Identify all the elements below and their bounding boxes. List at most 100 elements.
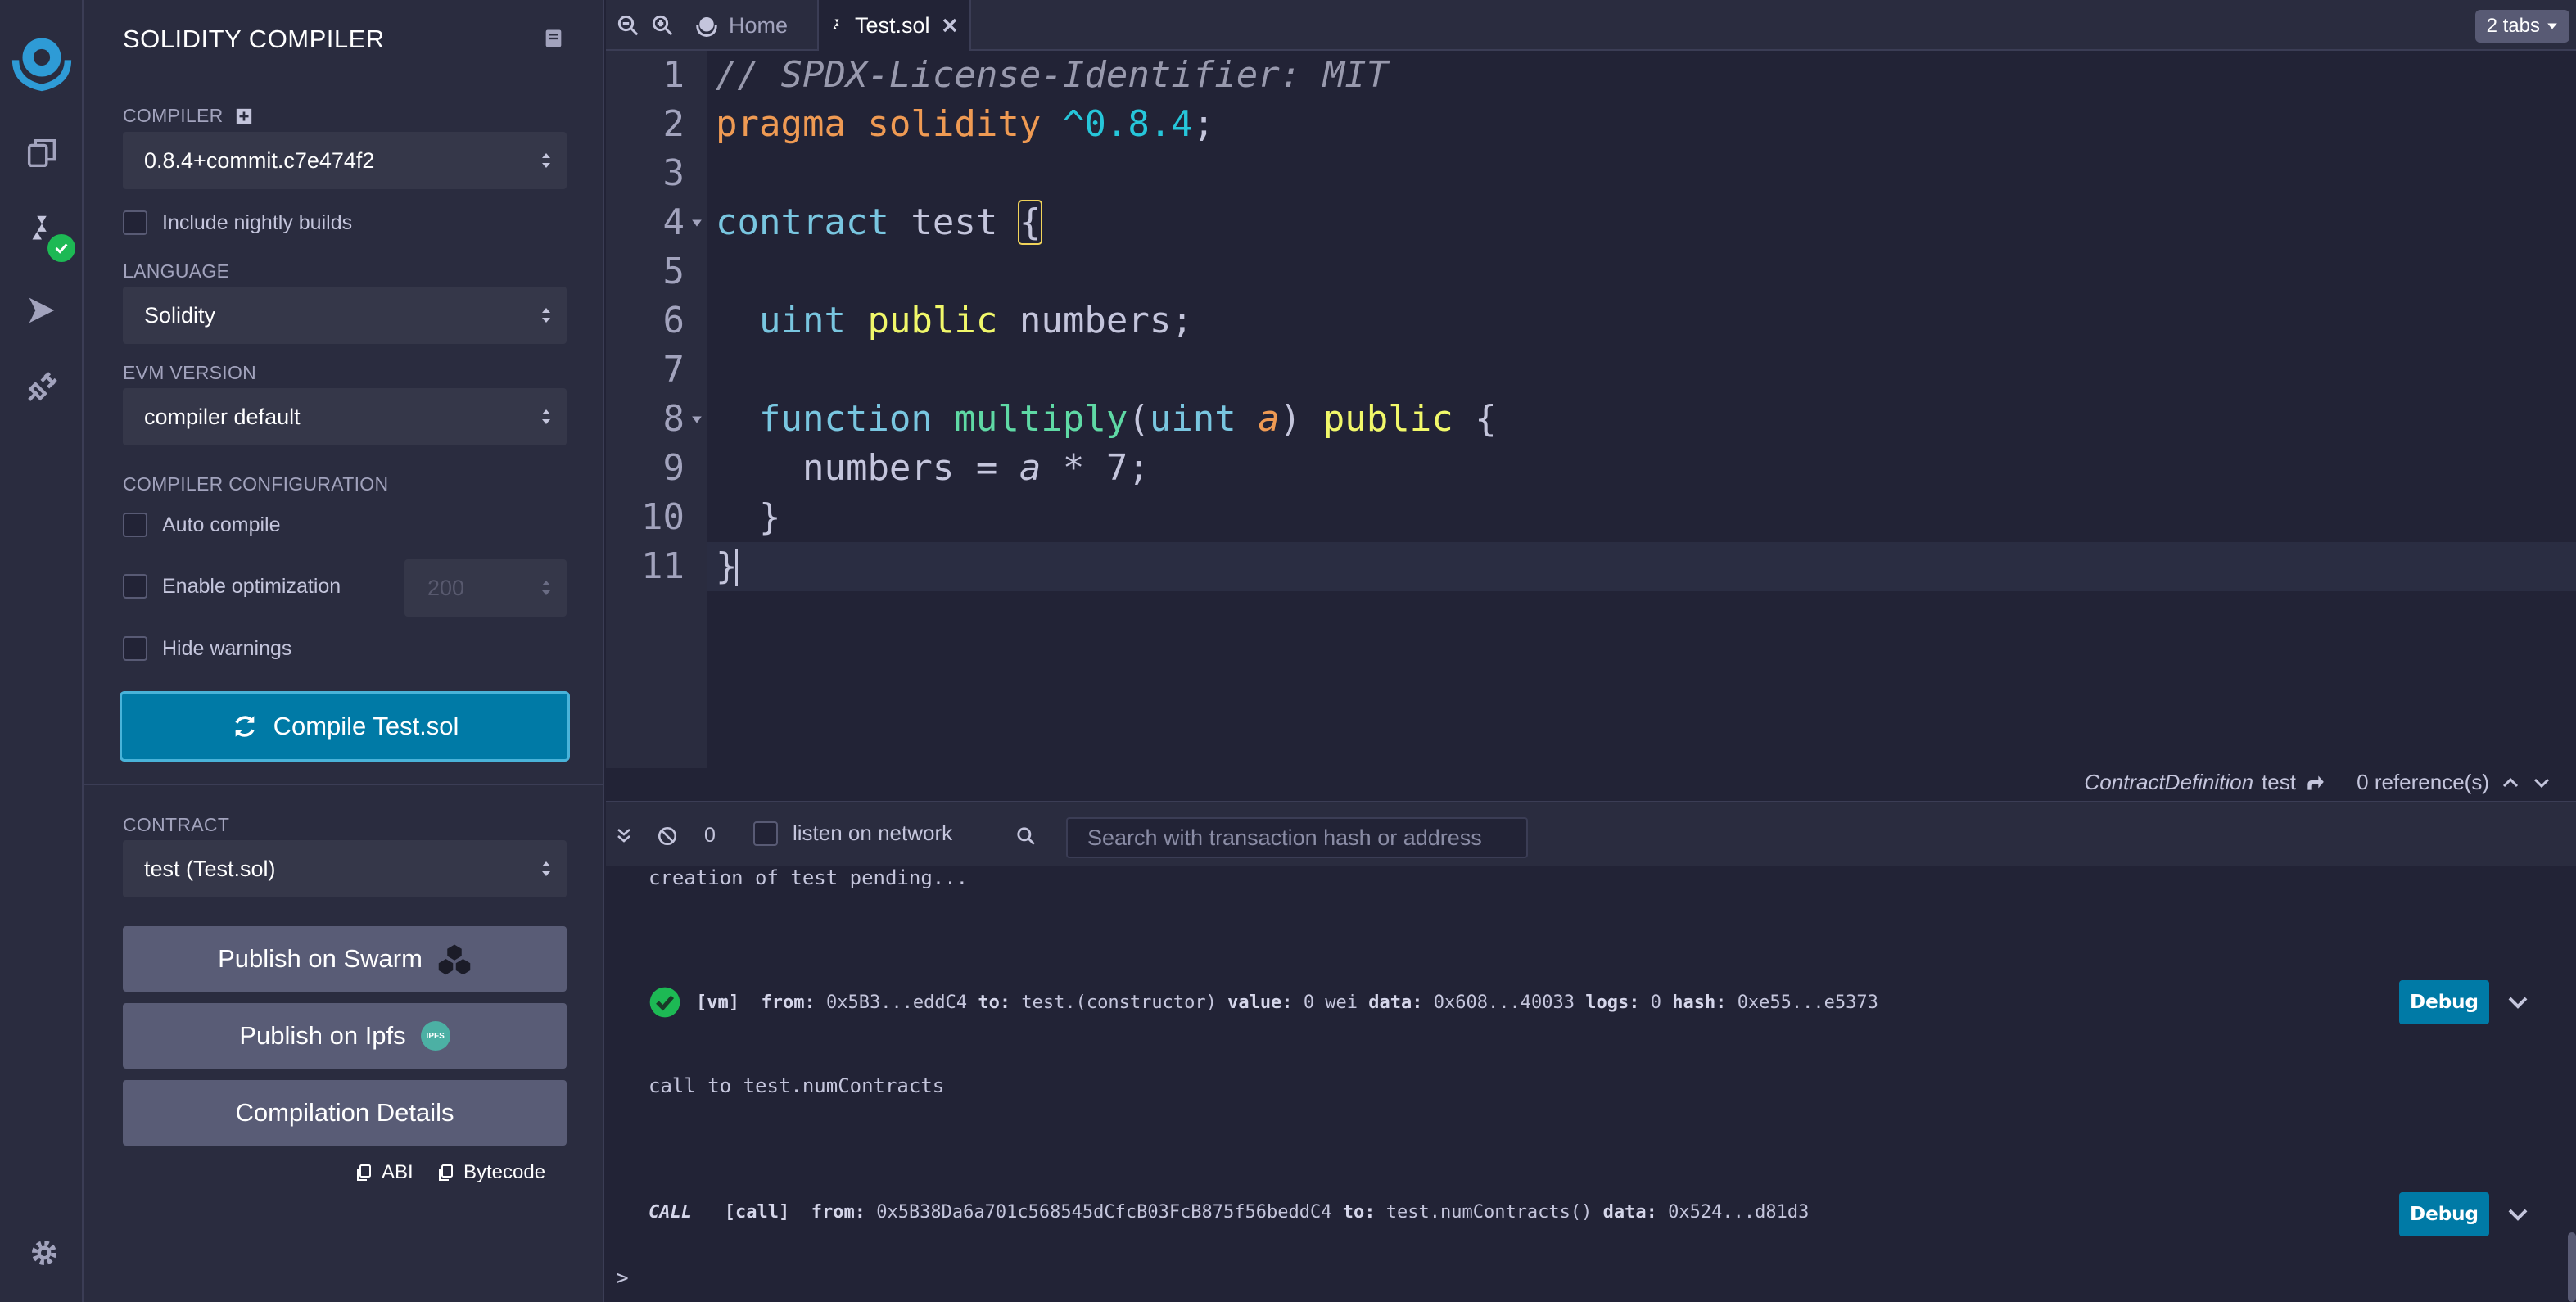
context-name: test [2262, 770, 2296, 794]
terminal-prompt[interactable]: > [616, 1266, 629, 1291]
compiler-section: COMPILER [123, 105, 253, 127]
context-kind: ContractDefinition [2084, 770, 2254, 794]
compiler-panel: SOLIDITY COMPILER COMPILER 0.8.4+commit.… [84, 0, 604, 1302]
hide-warnings-checkbox[interactable] [123, 636, 147, 661]
expand-tx-icon[interactable] [2506, 990, 2530, 1015]
solidity-file-icon [833, 19, 839, 29]
stepper-arrows-icon[interactable] [540, 577, 552, 599]
optimization-toggle[interactable]: Enable optimization [123, 574, 341, 599]
tab-home[interactable]: Home [685, 0, 798, 51]
line-number: 10 [641, 496, 685, 538]
listen-network-toggle[interactable]: listen on network [753, 821, 952, 846]
compilation-details-button[interactable]: Compilation Details [123, 1080, 567, 1146]
tab-count-dropdown[interactable]: 2 tabs [2474, 10, 2569, 43]
debug-button[interactable]: Debug [2399, 980, 2489, 1024]
nightly-builds-toggle[interactable]: Include nightly builds [123, 210, 352, 235]
code-editor[interactable]: 1 2 3 4 5 6 7 8 9 10 11 // SPDX-License-… [606, 51, 2576, 768]
to-key: to: [1342, 1202, 1376, 1223]
hide-warnings-toggle[interactable]: Hide warnings [123, 636, 291, 661]
fold-arrow-icon[interactable] [689, 198, 704, 247]
auto-compile-toggle[interactable]: Auto compile [123, 513, 281, 537]
pending-tx-count: 0 [704, 824, 716, 847]
language-label: LANGUAGE [123, 260, 230, 282]
next-reference-icon[interactable] [2532, 773, 2551, 793]
documentation-icon[interactable] [542, 26, 565, 51]
success-check-icon [649, 987, 680, 1018]
deploy-run-icon[interactable] [0, 274, 84, 347]
debug-button[interactable]: Debug [2399, 1192, 2489, 1236]
ipfs-icon: IPFS [420, 1021, 450, 1051]
zoom-in-icon[interactable] [650, 13, 675, 38]
tx-log-call[interactable]: CALL [call] from: 0x5B38Da6a701c568545dC… [649, 1202, 1809, 1223]
panel-divider [84, 784, 604, 785]
search-placeholder: Search with transaction hash or address [1087, 825, 1482, 850]
language-value: Solidity [144, 302, 216, 328]
line-number: 11 [641, 545, 685, 587]
compiler-version-value: 0.8.4+commit.c7e474f2 [144, 147, 375, 173]
to-key: to: [978, 992, 1011, 1013]
transaction-search-input[interactable]: Search with transaction hash or address [1066, 817, 1528, 858]
data-value: 0x524...d81d3 [1668, 1202, 1810, 1223]
code-line-6: uint public numbers; [716, 296, 1193, 346]
modifier-token: public [1322, 398, 1453, 440]
auto-compile-checkbox[interactable] [123, 513, 147, 537]
collapse-terminal-icon[interactable] [614, 825, 634, 845]
paren-token: ( [1128, 398, 1150, 440]
type-token: uint [758, 300, 846, 341]
add-compiler-icon[interactable] [235, 107, 253, 125]
context-definition[interactable]: ContractDefinition test [2084, 770, 2325, 795]
brace-token: } [716, 545, 738, 587]
line-number: 7 [662, 349, 685, 391]
copy-abi-button[interactable]: ABI [354, 1161, 414, 1184]
contract-value: test (Test.sol) [144, 856, 276, 881]
argument-token: a [1258, 398, 1280, 440]
select-arrows-icon [542, 153, 550, 168]
copy-icon [439, 1164, 453, 1181]
hash-key: hash: [1672, 992, 1727, 1013]
line-number: 9 [662, 447, 685, 489]
compiler-version-select[interactable]: 0.8.4+commit.c7e474f2 [123, 132, 567, 189]
fold-arrow-icon[interactable] [689, 395, 704, 444]
expand-tx-icon[interactable] [2506, 1202, 2530, 1227]
clear-console-icon[interactable] [657, 825, 678, 847]
close-tab-icon[interactable] [940, 16, 960, 35]
select-arrows-icon [542, 308, 550, 323]
listen-network-checkbox[interactable] [753, 821, 778, 846]
publish-swarm-label: Publish on Swarm [218, 944, 423, 973]
code-line-8: function multiply(uint a) public { [716, 395, 1497, 444]
value-key: value: [1227, 992, 1293, 1013]
nightly-builds-checkbox[interactable] [123, 210, 147, 235]
tab-test-sol[interactable]: Test.sol [817, 0, 971, 51]
previous-reference-icon[interactable] [2501, 773, 2520, 793]
code-line-9: numbers = a * 7; [716, 444, 1150, 493]
terminal-scrollbar[interactable] [2568, 1232, 2576, 1302]
evm-version-select[interactable]: compiler default [123, 388, 567, 445]
from-value: 0x5B3...eddC4 [825, 992, 968, 1013]
compiled-check-icon [47, 234, 75, 262]
goto-definition-icon[interactable] [2304, 772, 2325, 793]
zoom-out-icon[interactable] [616, 13, 640, 38]
semicolon-token: ; [1192, 103, 1215, 145]
tab-home-label: Home [729, 12, 789, 38]
search-icon [1017, 827, 1035, 845]
to-value: test.(constructor) [1021, 992, 1217, 1013]
compile-button[interactable]: Compile Test.sol [120, 691, 570, 762]
logs-value: 0 [1650, 992, 1661, 1013]
remix-logo-icon[interactable] [0, 16, 84, 106]
copy-bytecode-button[interactable]: Bytecode [436, 1161, 545, 1184]
optimization-checkbox[interactable] [123, 574, 147, 599]
tx-log-constructor[interactable]: [vm] from: 0x5B3...eddC4 to: test.(const… [649, 986, 1878, 1019]
from-key: from: [761, 992, 816, 1013]
settings-gear-icon[interactable] [28, 1236, 61, 1269]
file-explorer-icon[interactable] [0, 116, 84, 190]
language-select[interactable]: Solidity [123, 287, 567, 344]
line-number: 3 [662, 152, 685, 194]
plugin-manager-icon[interactable] [0, 350, 84, 424]
brace-token: { [1453, 398, 1497, 440]
contract-select[interactable]: test (Test.sol) [123, 840, 567, 897]
publish-ipfs-button[interactable]: Publish on Ipfs IPFS [123, 1003, 567, 1069]
line-number: 1 [662, 54, 685, 96]
optimization-runs-input[interactable]: 200 [404, 559, 567, 617]
select-arrows-icon [542, 861, 550, 876]
publish-swarm-button[interactable]: Publish on Swarm [123, 926, 567, 992]
